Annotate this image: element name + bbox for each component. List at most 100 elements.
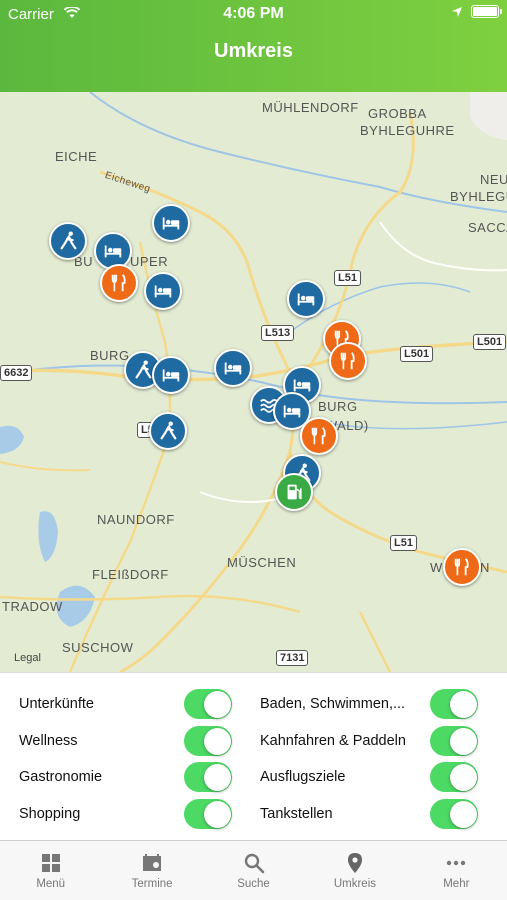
place-label: BURG — [318, 399, 358, 414]
map-view[interactable]: MÜHLENDORF GROBBA BYHLEGUHRE EICHE NEU B… — [0, 92, 507, 672]
place-label: EICHE — [55, 149, 98, 164]
more-icon — [447, 860, 466, 866]
tab-label: Termine — [131, 878, 173, 890]
tab-mehr[interactable]: Mehr — [406, 841, 507, 900]
calendar-icon — [143, 854, 162, 871]
filter-tankstellen: Tankstellen — [260, 799, 478, 829]
filter-label: Tankstellen — [260, 806, 333, 822]
tab-termine[interactable]: Termine — [101, 841, 202, 900]
filter-label: Shopping — [19, 806, 81, 822]
road-label: 6632 — [0, 365, 33, 381]
hotel-pin[interactable] — [287, 280, 325, 318]
place-label: BYHLEGUH — [450, 189, 507, 204]
place-label: N — [480, 560, 490, 575]
road-label: L51 — [334, 270, 361, 286]
restaurant-pin[interactable] — [443, 548, 481, 586]
bed-icon — [162, 217, 180, 230]
filter-label: Ausflugsziele — [260, 769, 346, 785]
place-label: NAUNDORF — [97, 512, 175, 527]
hotel-pin[interactable] — [214, 349, 252, 387]
hiking-icon — [60, 231, 77, 250]
place-label: BURG — [90, 348, 130, 363]
filter-unterkuenfte: Unterkünfte — [19, 689, 232, 719]
filter-toggle[interactable] — [430, 762, 478, 792]
place-label: SACCA — [468, 220, 507, 235]
filter-label: Wellness — [19, 733, 78, 749]
road-label: L501 — [400, 346, 434, 362]
place-label: SUSCHOW — [62, 640, 134, 655]
bed-icon — [283, 405, 301, 418]
filter-toggle[interactable] — [184, 726, 232, 756]
tab-bar: Menü Termine Suche Umkreis Mehr — [0, 840, 507, 900]
filter-ausflugsziele: Ausflugsziele — [260, 762, 478, 792]
filter-shopping: Shopping — [19, 799, 232, 829]
hotel-pin[interactable] — [144, 272, 182, 310]
filter-toggle[interactable] — [184, 762, 232, 792]
gas-station-pin[interactable] — [275, 473, 313, 511]
hiking-pin[interactable] — [49, 222, 87, 260]
bed-icon — [297, 293, 315, 306]
battery-icon — [471, 5, 502, 18]
place-label: GROBBA — [368, 106, 427, 121]
place-label: FLEIßDORF — [92, 567, 169, 582]
category-filters: Unterkünfte Baden, Schwimmen,... Wellnes… — [0, 672, 507, 840]
bed-icon — [224, 362, 242, 375]
place-label: MÜSCHEN — [227, 555, 297, 570]
filter-label: Unterkünfte — [19, 696, 94, 712]
search-icon — [244, 853, 264, 874]
road-label: L513 — [261, 325, 295, 341]
filter-toggle[interactable] — [430, 726, 478, 756]
map-base — [0, 92, 507, 672]
wifi-icon — [64, 7, 80, 18]
status-bar: Carrier 4:06 PM — [0, 0, 507, 28]
filter-toggle[interactable] — [184, 689, 232, 719]
tab-label: Mehr — [443, 878, 470, 890]
legal-link[interactable]: Legal — [14, 652, 41, 664]
filter-label: Kahnfahren & Paddeln — [260, 733, 406, 749]
filter-kahnfahren: Kahnfahren & Paddeln — [260, 726, 478, 756]
filter-wellness: Wellness — [19, 726, 232, 756]
road-label: 7131 — [276, 650, 309, 666]
fork-knife-icon — [340, 352, 355, 370]
hiking-icon — [160, 421, 177, 440]
page-title: Umkreis — [214, 40, 293, 62]
fuel-pump-icon — [287, 484, 302, 500]
navigation-header: Carrier 4:06 PM Umkreis — [0, 0, 507, 92]
hiking-icon — [135, 360, 152, 379]
hiking-pin[interactable] — [149, 412, 187, 450]
grid-icon — [41, 854, 60, 872]
road-label: L51 — [390, 535, 417, 551]
place-label: UPER — [130, 254, 169, 269]
tab-label: Umkreis — [333, 878, 376, 890]
place-label: BYHLEGUHRE — [360, 123, 455, 138]
fork-knife-icon — [311, 427, 326, 445]
tab-umkreis[interactable]: Umkreis — [304, 841, 405, 900]
filter-label: Baden, Schwimmen,... — [260, 696, 406, 712]
filter-baden: Baden, Schwimmen,... — [260, 689, 478, 719]
restaurant-pin[interactable] — [329, 342, 367, 380]
restaurant-pin[interactable] — [300, 417, 338, 455]
hotel-pin[interactable] — [152, 204, 190, 242]
bed-icon — [104, 245, 122, 258]
location-arrow-icon — [452, 6, 462, 17]
tab-menu[interactable]: Menü — [0, 841, 101, 900]
location-pin-icon — [347, 853, 362, 873]
place-label: NEU — [480, 172, 507, 187]
tab-label: Suche — [237, 878, 270, 890]
hotel-pin[interactable] — [152, 356, 190, 394]
place-label: TRADOW — [2, 599, 63, 614]
fork-knife-icon — [454, 558, 469, 576]
place-label: MÜHLENDORF — [262, 100, 359, 115]
bed-icon — [162, 369, 180, 382]
tab-suche[interactable]: Suche — [203, 841, 304, 900]
place-label: W — [430, 560, 443, 575]
fork-knife-icon — [111, 274, 126, 292]
tab-label: Menü — [36, 878, 66, 890]
filter-toggle[interactable] — [430, 799, 478, 829]
bed-icon — [154, 285, 172, 298]
filter-gastronomie: Gastronomie — [19, 762, 232, 792]
filter-toggle[interactable] — [430, 689, 478, 719]
road-label: L501 — [473, 334, 507, 350]
filter-toggle[interactable] — [184, 799, 232, 829]
restaurant-pin[interactable] — [100, 264, 138, 302]
